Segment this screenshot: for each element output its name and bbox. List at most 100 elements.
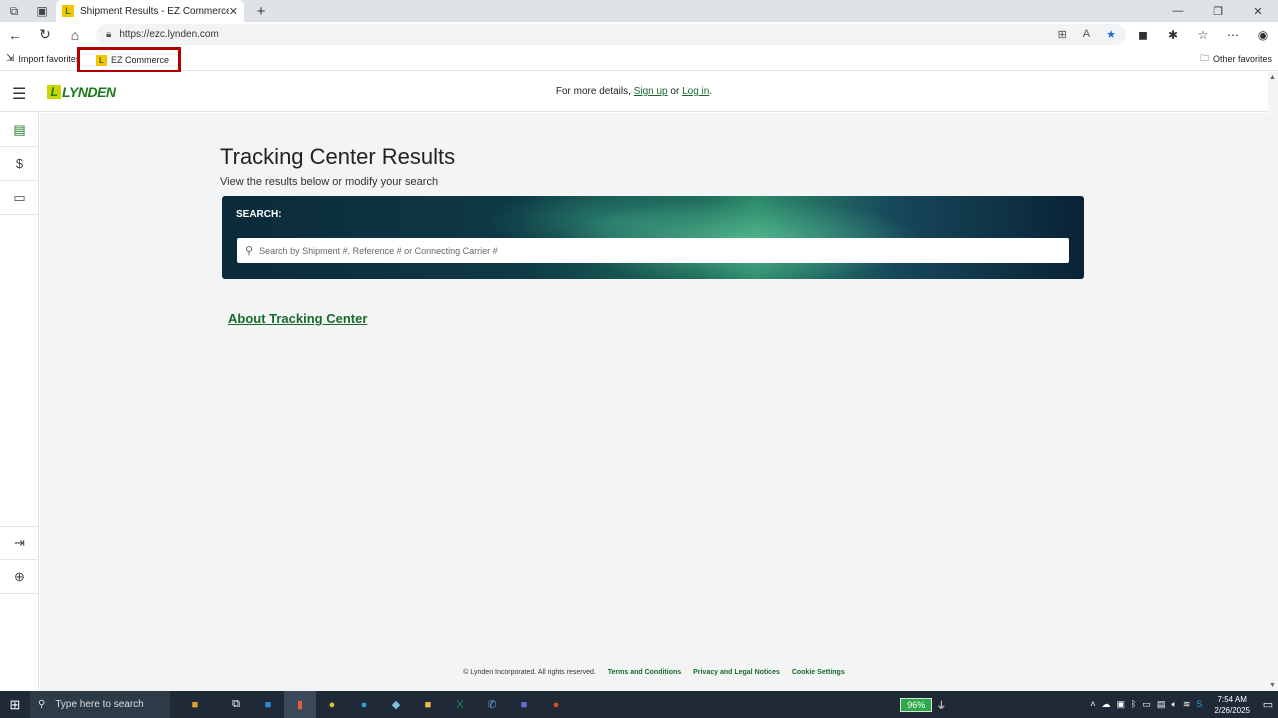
edge-icon[interactable]: ● (348, 691, 380, 718)
app-available-icon[interactable]: ⊞ (1058, 28, 1067, 41)
terms-link[interactable]: Terms and Conditions (608, 669, 681, 676)
main-content: Tracking Center Results View the results… (40, 113, 1268, 691)
tab-actions-icon[interactable]: ▣ (28, 0, 56, 22)
import-favorites[interactable]: ⇲ Import favorites (0, 49, 86, 69)
header-message: For more details, Sign up or Log in. (0, 86, 1268, 97)
home-icon[interactable]: ⌂ (60, 22, 90, 47)
header-msg-suffix: . (709, 86, 713, 97)
address-bar: ← ↻ ⌂ 🔒︎ https://ezc.lynden.com ⊞ A ★ ◼ … (0, 22, 1278, 47)
teams-icon[interactable]: ■ (508, 691, 540, 718)
import-icon: ⇲ (6, 53, 15, 64)
copyright-text: © Lynden Incorporated. All rights reserv… (463, 669, 596, 676)
more-options-icon[interactable]: ⋯ (1218, 22, 1248, 47)
new-tab-icon[interactable]: + (250, 2, 272, 20)
search-icon: ⚲ (245, 245, 254, 257)
folder-icon: 🗀 (1199, 52, 1209, 63)
taskbar-search-placeholder: Type here to search (55, 699, 144, 710)
lynden-favicon-icon: L (62, 5, 74, 17)
bluetooth-icon[interactable]: ᛒ (1131, 699, 1136, 710)
scroll-up-icon[interactable]: ▲ (1269, 74, 1276, 81)
browser-tab[interactable]: L Shipment Results - EZ Commerce ✕ (56, 0, 244, 22)
tray-icons: ˄ ☁ ▣ ᛒ ▭ ▤ 🔈︎ ≋ S (1086, 699, 1206, 710)
phone-app-icon[interactable]: ✆ (476, 691, 508, 718)
extensions-puzzle-icon[interactable]: ✱ (1158, 22, 1188, 47)
privacy-link[interactable]: Privacy and Legal Notices (693, 669, 780, 676)
notifications-icon[interactable]: ▭ (1258, 698, 1278, 711)
windows-start-icon[interactable]: ⊞ (0, 691, 30, 718)
outlook-icon[interactable]: ■ (252, 691, 284, 718)
minimize-icon[interactable]: — (1158, 0, 1198, 22)
search-icon: ⚲ (38, 699, 46, 710)
window-controls: — ❐ ✕ (1158, 0, 1278, 22)
lynden-favicon-icon: L (96, 54, 107, 66)
search-panel: SEARCH: ⚲ (222, 196, 1084, 279)
billing-dollar-icon[interactable]: $ (0, 147, 39, 181)
search-label: SEARCH: (236, 209, 282, 220)
notes-app-icon[interactable]: ◆ (380, 691, 412, 718)
left-nav-rail: ▤ $ ▭ ⇥ ⊕ (0, 113, 39, 691)
login-link[interactable]: Log in (682, 86, 709, 97)
tab-title: Shipment Results - EZ Commerce (80, 5, 229, 17)
close-tab-icon[interactable]: ✕ (229, 5, 238, 18)
favorites-icon[interactable]: ☆ (1188, 22, 1218, 47)
chrome-icon[interactable]: ● (316, 691, 348, 718)
extension-icon[interactable]: ◼ (1128, 22, 1158, 47)
skype-icon[interactable]: S (1196, 699, 1202, 710)
copilot-icon[interactable]: ◉ (1248, 22, 1278, 47)
import-favorites-label: Import favorites (18, 53, 81, 64)
favorite-ez-commerce[interactable]: L EZ Commerce (77, 47, 181, 73)
back-icon[interactable]: ← (0, 22, 30, 47)
task-view-icon[interactable]: ⧉ (220, 691, 252, 718)
workspaces-icon[interactable]: ⧉ (0, 0, 28, 22)
refresh-icon[interactable]: ↻ (30, 22, 60, 47)
cookie-settings-link[interactable]: Cookie Settings (792, 669, 845, 676)
tray-app-icon[interactable]: ▣ (1116, 699, 1125, 710)
login-arrow-icon[interactable]: ⇥ (0, 526, 39, 560)
charging-plug-icon: ⏚ (936, 701, 947, 712)
restore-icon[interactable]: ❐ (1198, 0, 1238, 22)
powerpoint-icon[interactable]: ● (540, 691, 572, 718)
favorite-star-icon[interactable]: ★ (1106, 28, 1116, 41)
footer: © Lynden Incorporated. All rights reserv… (40, 669, 1268, 676)
other-favorites[interactable]: 🗀 Other favorites (1200, 51, 1272, 67)
read-aloud-icon[interactable]: A (1083, 28, 1090, 41)
network-icon[interactable]: ▤ (1157, 699, 1166, 710)
favorites-bar: ⇲ Import favorites L EZ Commerce 🗀 Other… (0, 47, 1278, 73)
ez-commerce-label: EZ Commerce (111, 55, 170, 65)
url-text: https://ezc.lynden.com (119, 29, 219, 40)
browser-tab-bar: ⧉ ▣ L Shipment Results - EZ Commerce ✕ +… (0, 0, 1278, 22)
help-lifebuoy-icon[interactable]: ⊕ (0, 560, 39, 594)
close-window-icon[interactable]: ✕ (1238, 0, 1278, 22)
about-tracking-center-link[interactable]: About Tracking Center (228, 311, 367, 326)
other-favorites-label: Other favorites (1212, 53, 1272, 64)
tracking-nav-icon[interactable]: ▤ (0, 113, 39, 147)
pinned-app-icon[interactable]: ▮ (284, 691, 316, 718)
page-scrollbar[interactable]: ▲ ▼ (1268, 72, 1278, 691)
clock-time: 7:54 AM (1217, 694, 1247, 704)
messages-icon[interactable]: ▭ (0, 181, 39, 215)
header-msg-or: or (670, 86, 680, 97)
show-hidden-icons-icon[interactable]: ˄ (1090, 699, 1095, 710)
scroll-down-icon[interactable]: ▼ (1269, 682, 1276, 689)
battery-indicator[interactable]: 96% (900, 697, 933, 712)
windows-taskbar: ⊞ ⚲ Type here to search ■ ⧉ ■ ▮ ● ● ◆ ■ … (0, 691, 1278, 718)
page-subtitle: View the results below or modify your se… (220, 176, 439, 188)
taskbar-clock[interactable]: 7:54 AM 2/26/2025 (1206, 694, 1258, 716)
page-title: Tracking Center Results (220, 144, 456, 169)
search-box[interactable]: ⚲ (237, 238, 1069, 263)
excel-icon[interactable]: X (444, 691, 476, 718)
volume-icon[interactable]: 🔈︎ (1171, 699, 1176, 710)
shipment-search-input[interactable] (259, 245, 1069, 256)
site-header: ☰ L LYNDEN For more details, Sign up or … (0, 72, 1268, 112)
url-field[interactable]: 🔒︎ https://ezc.lynden.com ⊞ A ★ (96, 24, 1126, 45)
file-explorer-icon[interactable]: ■ (412, 691, 444, 718)
system-tray: 96% ⏚ ˄ ☁ ▣ ᛒ ▭ ▤ 🔈︎ ≋ S 7:54 AM 2/26/20… (900, 691, 1278, 718)
taskbar-search[interactable]: ⚲ Type here to search (30, 691, 170, 718)
signup-link[interactable]: Sign up (634, 86, 668, 97)
language-icon[interactable]: ≋ (1183, 699, 1191, 710)
display-icon[interactable]: ▭ (1142, 699, 1151, 710)
briefcase-icon[interactable]: ■ (170, 691, 220, 718)
lock-icon[interactable]: 🔒︎ (106, 29, 111, 40)
clock-date: 2/26/2025 (1214, 705, 1250, 715)
onedrive-cloud-icon[interactable]: ☁ (1101, 699, 1110, 710)
